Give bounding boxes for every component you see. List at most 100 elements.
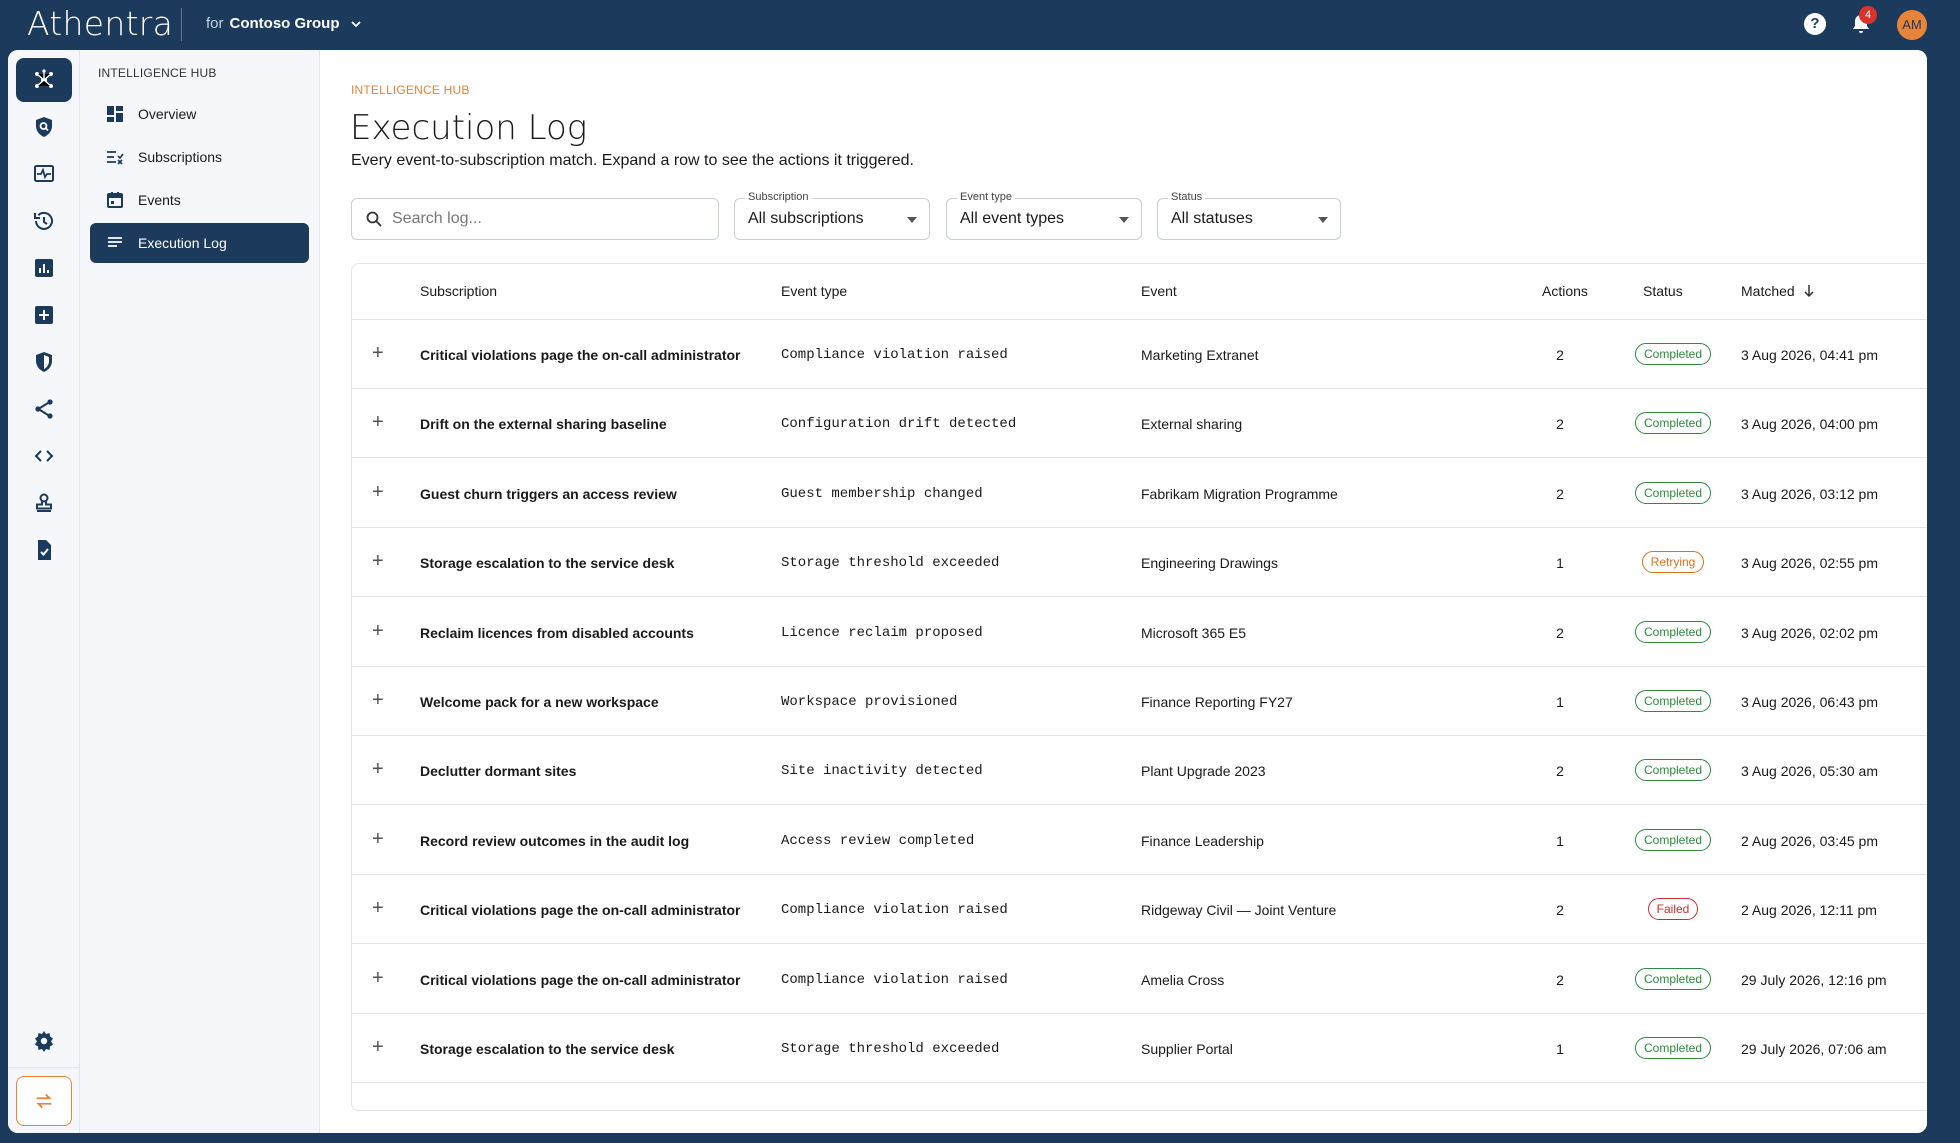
rail-approvals[interactable] — [16, 481, 72, 525]
row-event-type: Compliance violation raised — [781, 347, 1008, 363]
event-type-filter-select[interactable]: Event type All event types — [946, 191, 1142, 240]
caret-down-icon — [1318, 217, 1328, 223]
table-row[interactable]: + Record review outcomes in the audit log… — [352, 806, 1927, 875]
subscription-filter-select[interactable]: Subscription All subscriptions — [734, 191, 930, 240]
row-event: Amelia Cross — [1141, 971, 1225, 988]
expand-row-icon[interactable]: + — [372, 342, 384, 365]
row-matched: 2 Aug 2026, 12:11 pm — [1741, 902, 1877, 919]
submenu-item-events[interactable]: Events — [90, 180, 309, 220]
row-event: Supplier Portal — [1141, 1041, 1233, 1057]
monitor-pulse-icon — [34, 165, 54, 182]
row-matched: 3 Aug 2026, 03:12 pm — [1741, 485, 1878, 502]
rail-protection[interactable] — [16, 340, 72, 384]
expand-row-icon[interactable]: + — [372, 550, 384, 573]
rail-settings[interactable] — [16, 1019, 72, 1063]
sort-descending-icon[interactable] — [1803, 284, 1815, 298]
header-status[interactable]: Status — [1643, 283, 1683, 299]
header-event-type[interactable]: Event type — [781, 283, 847, 299]
header-subscription[interactable]: Subscription — [420, 283, 497, 299]
table-row[interactable]: + Critical violations page the on-call ad… — [352, 875, 1927, 945]
row-matched: 3 Aug 2026, 04:41 pm — [1741, 347, 1878, 363]
search-placeholder: Search log... — [392, 210, 482, 227]
bar-chart-icon — [35, 259, 53, 277]
table-row[interactable]: + Storage escalation to the service desk S… — [352, 528, 1927, 598]
table-row[interactable]: + Welcome pack for a new workspace Workspa… — [352, 667, 1927, 736]
list-icon — [108, 237, 122, 247]
header-actions[interactable]: Actions — [1542, 283, 1588, 299]
row-matched: 3 Aug 2026, 02:55 pm — [1741, 555, 1878, 572]
expand-row-icon[interactable]: + — [372, 897, 384, 920]
row-actions-count: 1 — [1556, 555, 1564, 572]
history-icon — [34, 211, 53, 230]
row-event: Marketing Extranet — [1141, 347, 1259, 363]
submenu-item-label: Execution Log — [138, 235, 227, 251]
table-row[interactable]: + Reclaim licences from disabled accounts… — [352, 598, 1927, 667]
rail-history[interactable] — [16, 199, 72, 243]
submenu-item-execution-log[interactable]: Execution Log — [90, 223, 309, 263]
status-filter-value: All statuses — [1171, 210, 1253, 227]
submenu-item-overview[interactable]: Overview — [90, 94, 309, 134]
table-header: Subscription Event type Event Actions St… — [352, 264, 1927, 320]
share-icon — [35, 399, 53, 419]
expand-row-icon[interactable]: + — [372, 1036, 384, 1059]
page-title: Execution Log — [350, 108, 588, 148]
header-matched-label: Matched — [1741, 283, 1795, 299]
row-event-type: Access review completed — [781, 832, 975, 849]
org-switcher[interactable]: for Contoso Group — [206, 15, 362, 32]
subscription-filter-label: Subscription — [745, 191, 812, 203]
rail-monitoring[interactable] — [16, 152, 72, 196]
expand-row-icon[interactable]: + — [372, 758, 384, 781]
org-prefix: for — [206, 15, 224, 32]
switch-tenant-button[interactable] — [16, 1076, 72, 1126]
table-row[interactable]: + Drift on the external sharing baseline C… — [352, 389, 1927, 459]
expand-row-icon[interactable]: + — [372, 620, 384, 643]
status-filter-select[interactable]: Status All statuses — [1157, 191, 1341, 240]
row-subscription: Critical violations page the on-call adm… — [420, 971, 741, 988]
row-status: Completed — [1617, 759, 1729, 782]
brand-logo[interactable]: Athentra — [27, 4, 173, 43]
rail-developer[interactable] — [16, 434, 72, 478]
row-event: Fabrikam Migration Programme — [1141, 485, 1338, 502]
submenu-item-subscriptions[interactable]: Subscriptions — [90, 137, 309, 177]
row-event-type: Workspace provisioned — [781, 694, 958, 710]
rail-sharing[interactable] — [16, 387, 72, 431]
expand-row-icon[interactable]: + — [372, 967, 384, 990]
row-matched: 3 Aug 2026, 05:30 am — [1741, 763, 1878, 780]
rail-reports[interactable] — [16, 246, 72, 290]
row-status: Completed — [1617, 343, 1729, 365]
row-event: Microsoft 365 E5 — [1141, 624, 1247, 641]
row-actions-count: 1 — [1556, 1041, 1564, 1057]
status-badge: Completed — [1634, 412, 1712, 435]
row-status: Completed — [1617, 1037, 1729, 1059]
breadcrumb[interactable]: INTELLIGENCE HUB — [351, 83, 470, 97]
table-row[interactable]: + Storage escalation to the service desk S… — [352, 1014, 1927, 1083]
search-input[interactable]: Search log... — [351, 198, 719, 240]
rail-security[interactable] — [16, 105, 72, 149]
stamp-icon — [36, 493, 52, 512]
event-type-filter-label: Event type — [957, 191, 1015, 203]
status-badge: Completed — [1634, 967, 1712, 990]
expand-row-icon[interactable]: + — [372, 481, 384, 504]
table-row[interactable]: + Critical violations page the on-call ad… — [352, 945, 1927, 1014]
table-row[interactable]: + Guest churn triggers an access review Gu… — [352, 459, 1927, 528]
row-event: Ridgeway Civil — Joint Venture — [1141, 902, 1337, 919]
rail-intelligence-hub[interactable] — [16, 58, 72, 102]
header-event[interactable]: Event — [1141, 283, 1177, 299]
row-event: External sharing — [1141, 416, 1243, 433]
table-row[interactable]: + Critical violations page the on-call ad… — [352, 320, 1927, 389]
avatar[interactable]: AM — [1897, 10, 1927, 40]
header-matched[interactable]: Matched — [1741, 283, 1815, 299]
rail-add[interactable] — [16, 293, 72, 337]
row-actions-count: 2 — [1556, 902, 1564, 919]
row-matched: 3 Aug 2026, 02:02 pm — [1741, 624, 1878, 641]
submenu-title: INTELLIGENCE HUB — [98, 66, 217, 80]
expand-row-icon[interactable]: + — [372, 689, 384, 712]
expand-row-icon[interactable]: + — [372, 411, 384, 434]
event-type-filter-value: All event types — [960, 210, 1065, 227]
document-check-icon — [38, 540, 51, 560]
rail-compliance[interactable] — [16, 528, 72, 572]
expand-row-icon[interactable]: + — [372, 828, 384, 851]
row-event: Plant Upgrade 2023 — [1141, 763, 1266, 780]
table-row[interactable]: + Declutter dormant sites Site inactivity … — [352, 736, 1927, 806]
help-icon[interactable]: ? — [1804, 13, 1826, 35]
